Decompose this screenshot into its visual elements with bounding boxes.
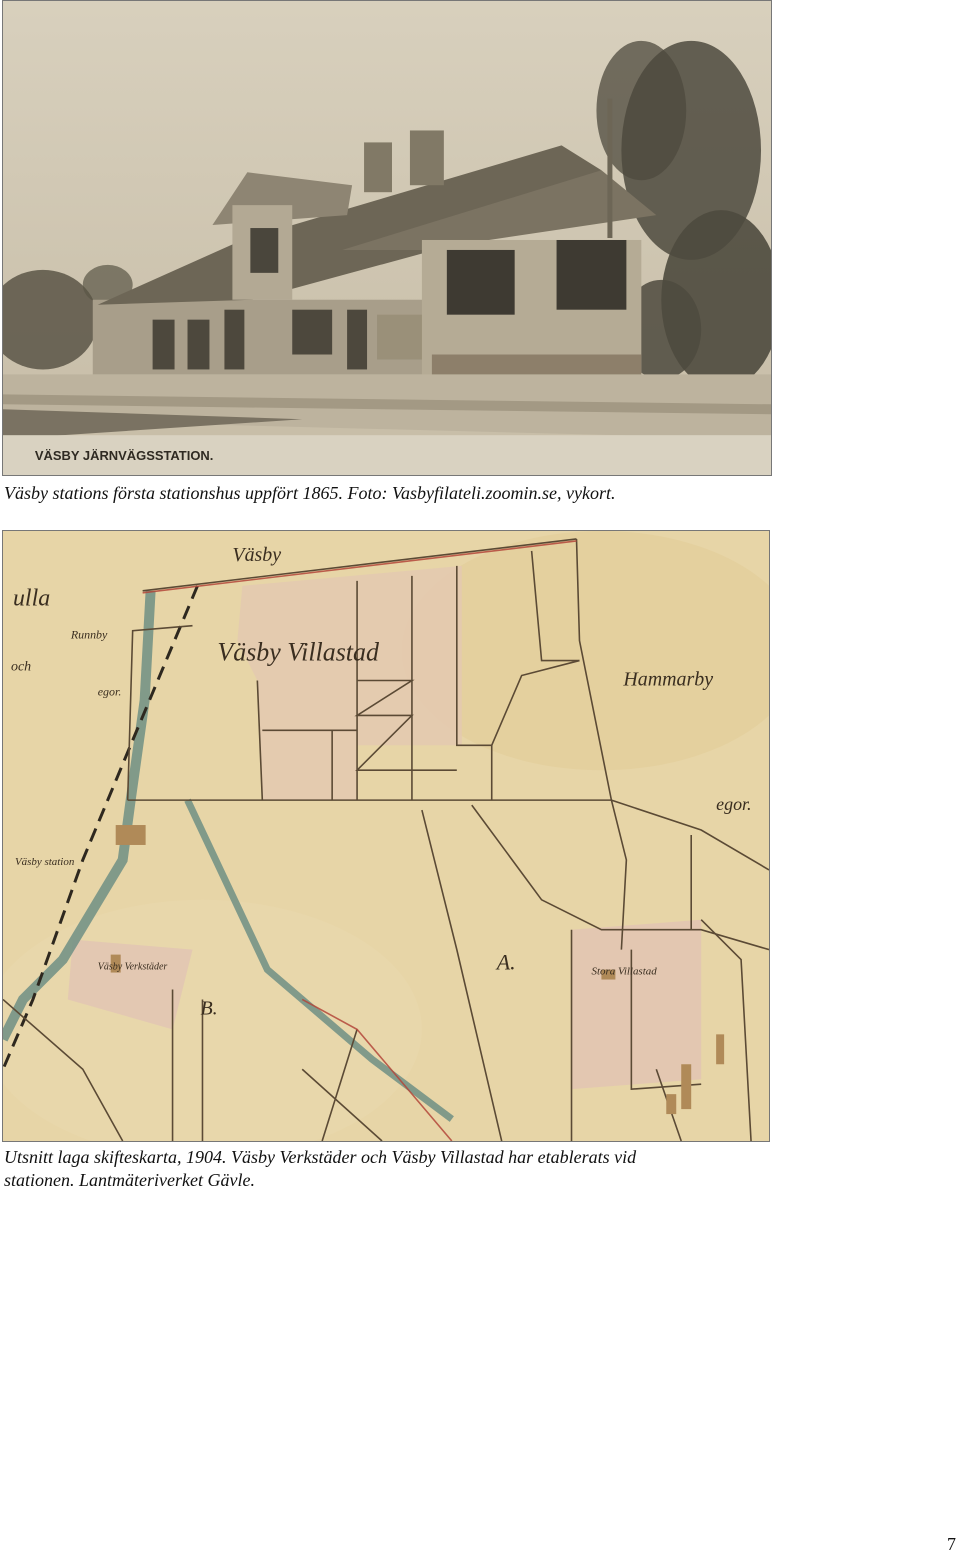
map-label-och: och <box>11 660 31 675</box>
map-label-ulla: ulla <box>13 586 50 612</box>
historic-map-drawing: Väsby Väsby Villastad Hammarby egor. Run… <box>3 531 769 1141</box>
map-label-egor-small: egor. <box>98 684 122 698</box>
map-label-b: B. <box>200 997 217 1019</box>
map-label-hammarby: Hammarby <box>622 668 713 690</box>
page-number: 7 <box>947 1534 956 1554</box>
historic-map: Väsby Väsby Villastad Hammarby egor. Run… <box>2 530 770 1142</box>
map-caption-line-2: stationen. Lantmäteriverket Gävle. <box>4 1170 255 1190</box>
map-label-villastad: Väsby Villastad <box>217 638 380 667</box>
map-label-vasby: Väsby <box>232 544 281 566</box>
map-caption: Utsnitt laga skifteskarta, 1904. Väsby V… <box>4 1146 636 1192</box>
map-label-egor: egor. <box>716 794 751 814</box>
map-label-verkstader: Väsby Verkstäder <box>98 962 168 973</box>
map-label-runnby: Runnby <box>70 628 108 642</box>
postcard-title: VÄSBY JÄRNVÄGSSTATION. <box>35 448 213 463</box>
station-photo-drawing: VÄSBY JÄRNVÄGSSTATION. <box>3 1 771 475</box>
map-label-a: A. <box>495 950 516 975</box>
map-label-stora-villastad: Stora Villastad <box>591 966 657 978</box>
station-photo: VÄSBY JÄRNVÄGSSTATION. <box>2 0 772 476</box>
photo-caption: Väsby stations första stationshus uppför… <box>4 483 616 503</box>
map-caption-line-1: Utsnitt laga skifteskarta, 1904. Väsby V… <box>4 1147 637 1167</box>
map-label-station: Väsby station <box>15 856 75 868</box>
